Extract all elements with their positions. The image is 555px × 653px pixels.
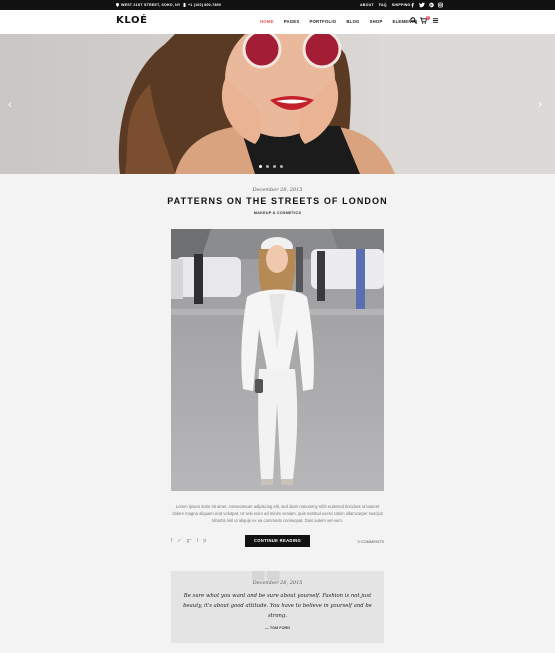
slider-dot[interactable] <box>259 165 262 168</box>
top-link-faq[interactable]: FAQ <box>379 3 387 7</box>
social-links: P <box>410 2 443 8</box>
location-pin-icon <box>116 3 119 7</box>
slider-prev-arrow-icon[interactable]: ‹ <box>8 98 12 110</box>
top-link-about[interactable]: ABOUT <box>360 3 374 7</box>
share-icons: f ✓ g⁺ t p <box>171 538 206 544</box>
site-logo[interactable]: KLOÉ <box>116 15 148 26</box>
share-pinterest-icon[interactable]: p <box>203 538 206 544</box>
quote-author: — TOM FORD <box>264 626 291 630</box>
post-date: December 26, 2015 <box>252 187 303 193</box>
top-link-shipping[interactable]: SHIPPING <box>392 3 411 7</box>
quote-date: December 26, 2015 <box>252 580 303 586</box>
quote-post: ❝ December 26, 2015 Be sure what you wan… <box>171 571 384 643</box>
menu-icon[interactable] <box>432 17 439 24</box>
share-tumblr-icon[interactable]: t <box>197 538 198 544</box>
nav-shop[interactable]: SHOP <box>370 19 383 24</box>
slider-dots <box>259 165 283 168</box>
search-icon[interactable] <box>410 17 417 24</box>
top-links: ABOUT FAQ SHIPPING <box>360 3 411 7</box>
twitter-icon[interactable] <box>419 2 425 8</box>
nav-pages[interactable]: PAGES <box>284 19 300 24</box>
share-facebook-icon[interactable]: f <box>171 538 172 544</box>
address-block: WEST 21ST STREET, SOHO, NY <box>116 3 181 7</box>
post-category[interactable]: MAKEUP & COSMETICS <box>0 211 555 215</box>
slider-dot[interactable] <box>280 165 283 168</box>
hero-slider[interactable]: ‹ › <box>0 34 555 174</box>
share-googleplus-icon[interactable]: g⁺ <box>187 538 192 544</box>
phone-block: +1 (100) 800-7890 <box>183 3 221 7</box>
slider-dot[interactable] <box>273 165 276 168</box>
quote-text: Be sure what you want and be sure about … <box>183 593 372 619</box>
nav-portfolio[interactable]: PORTFOLIO <box>309 19 336 24</box>
site-header: KLOÉ HOME PAGES PORTFOLIO BLOG SHOP ELEM… <box>0 10 555 34</box>
main-nav: HOME PAGES PORTFOLIO BLOG SHOP ELEMENTS <box>260 19 418 24</box>
post-excerpt: Lorem ipsum dolor sit amet, consectetuer… <box>172 504 383 523</box>
phone-icon <box>183 3 186 7</box>
slider-dot[interactable] <box>266 165 269 168</box>
address-text: WEST 21ST STREET, SOHO, NY <box>121 3 181 7</box>
cart-count-badge: 0 <box>426 16 430 20</box>
phone-text: +1 (100) 800-7890 <box>188 3 222 7</box>
pinterest-icon[interactable]: P <box>429 2 434 8</box>
comments-link[interactable]: 3 COMMENTS <box>350 539 384 544</box>
nav-home[interactable]: HOME <box>260 19 274 24</box>
street-photo <box>171 229 384 491</box>
instagram-icon[interactable] <box>438 2 443 8</box>
post-featured-image[interactable] <box>171 229 384 491</box>
slider-next-arrow-icon[interactable]: › <box>538 98 542 110</box>
post-title[interactable]: PATTERNS ON THE STREETS OF LONDON <box>0 196 555 206</box>
nav-blog[interactable]: BLOG <box>346 19 359 24</box>
hero-image <box>0 34 555 174</box>
facebook-icon[interactable] <box>410 2 415 8</box>
top-bar: WEST 21ST STREET, SOHO, NY +1 (100) 800-… <box>0 0 555 10</box>
share-twitter-icon[interactable]: ✓ <box>177 538 181 544</box>
continue-reading-button[interactable]: CONTINUE READING <box>245 535 310 547</box>
